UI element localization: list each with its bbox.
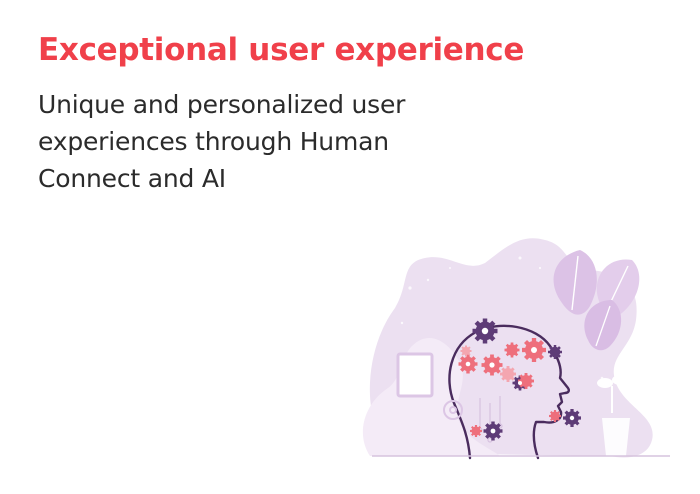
feature-description: Unique and personalized user experiences… (38, 86, 558, 197)
feature-headline: Exceptional user experience (38, 32, 525, 68)
window-panel (396, 352, 434, 398)
feature-card: Exceptional user experience Unique and p… (0, 0, 700, 494)
human-head-gears-illustration (362, 238, 670, 460)
vase-icon (602, 418, 630, 456)
description-line-3: Connect and AI (38, 164, 226, 193)
description-line-1: Unique and personalized user (38, 90, 406, 119)
description-line-2: experiences through Human (38, 127, 389, 156)
